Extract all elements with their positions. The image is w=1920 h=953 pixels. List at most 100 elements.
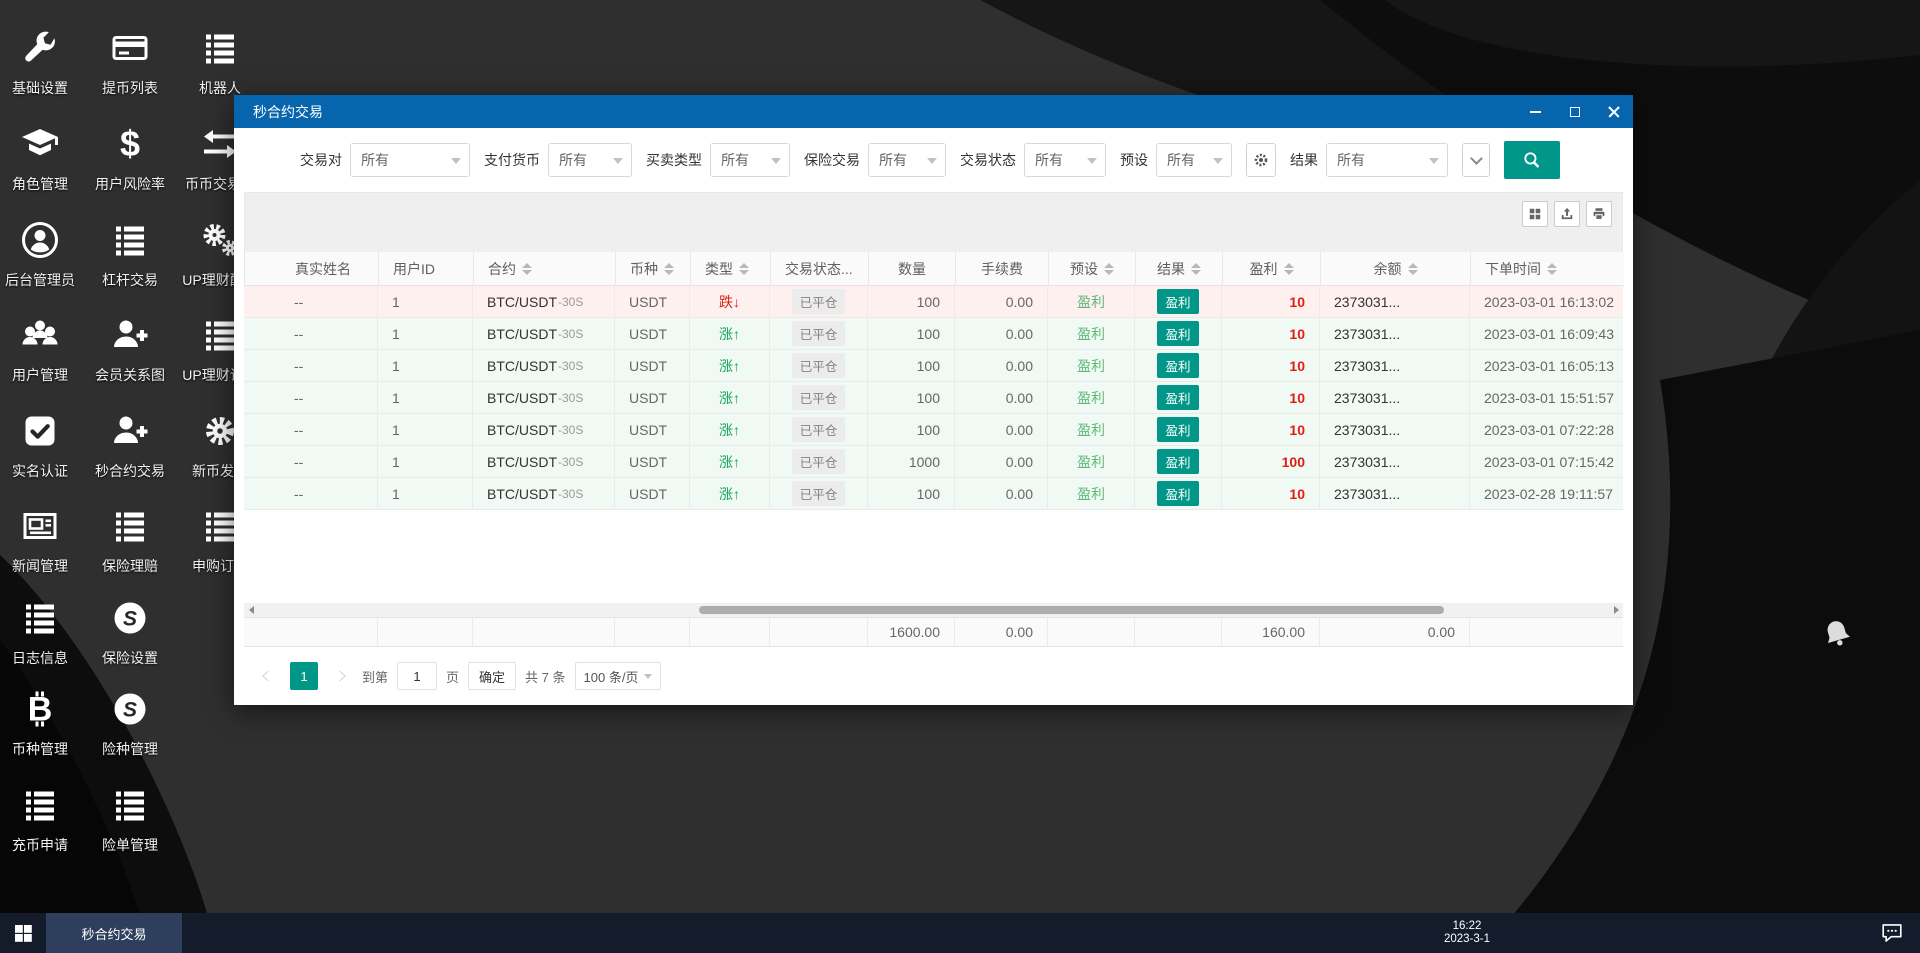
cell-balance: 2373031... <box>1320 382 1470 414</box>
desktop-icon[interactable]: 充币申请 <box>0 783 85 855</box>
list-icon <box>18 783 62 827</box>
cell-result: 盈利 <box>1135 478 1222 510</box>
grid-icon <box>1528 207 1542 221</box>
result-badge: 盈利 <box>1157 481 1198 506</box>
filter-label: 支付货币 <box>484 150 540 170</box>
desktop-icon[interactable]: 日志信息 <box>0 596 85 668</box>
desktop-icon[interactable]: 角色管理 <box>0 122 85 194</box>
summary-cell: 160.00 <box>1222 617 1320 647</box>
cell-status: 已平仓 <box>770 350 868 382</box>
caret-down-icon <box>1429 158 1439 164</box>
column-header[interactable]: 结果 <box>1136 252 1223 286</box>
filter-select[interactable]: 所有 <box>1326 143 1448 177</box>
desktop-icon[interactable]: 新闻管理 <box>0 504 85 576</box>
desktop-icon[interactable]: $ 用户风险率 <box>85 122 175 194</box>
goto-page-input[interactable] <box>397 662 437 690</box>
cell-real-name: -- <box>244 350 378 382</box>
table-row: --1BTC/USDT-30SUSDT涨↑已平仓1000.00盈利盈利10237… <box>244 478 1623 510</box>
maximize-button[interactable] <box>1555 95 1594 128</box>
sort-arrows-icon[interactable] <box>522 263 532 275</box>
filter-select[interactable]: 所有 <box>350 143 470 177</box>
column-header[interactable]: 合约 <box>474 252 616 286</box>
filter-select[interactable]: 所有 <box>548 143 632 177</box>
sort-arrows-icon[interactable] <box>664 263 674 275</box>
confirm-button[interactable]: 确定 <box>468 662 516 690</box>
collapse-filters-button[interactable] <box>1462 143 1490 177</box>
summary-cell: 0.00 <box>955 617 1048 647</box>
filter-select[interactable]: 所有 <box>710 143 790 177</box>
titlebar[interactable]: 秒合约交易 <box>234 95 1633 128</box>
desktop-icon[interactable]: 险单管理 <box>85 783 175 855</box>
sort-arrows-icon[interactable] <box>1408 263 1418 275</box>
filter-columns-button[interactable] <box>1522 201 1548 227</box>
current-page-button[interactable]: 1 <box>290 662 318 690</box>
horizontal-scrollbar[interactable] <box>244 603 1623 617</box>
taskbar-item-active[interactable]: 秒合约交易 <box>46 913 182 953</box>
column-header-label: 数量 <box>898 259 926 279</box>
desktop-icon[interactable]: B 币种管理 <box>0 687 85 759</box>
column-header-label: 手续费 <box>981 259 1023 279</box>
sort-arrows-icon[interactable] <box>739 263 749 275</box>
minimize-button[interactable] <box>1516 95 1555 128</box>
clock-time: 16:22 <box>1444 920 1490 933</box>
scroll-right-arrow[interactable] <box>1609 603 1623 617</box>
desktop-icon-label: 用户管理 <box>12 365 68 385</box>
summary-cell <box>473 617 615 647</box>
filter-select[interactable]: 所有 <box>1024 143 1106 177</box>
sort-arrows-icon[interactable] <box>1547 263 1557 275</box>
desktop-icon[interactable]: 杠杆交易 <box>85 218 175 290</box>
cell-user-id: 1 <box>378 286 473 318</box>
export-button[interactable] <box>1554 201 1580 227</box>
desktop-icon[interactable]: 秒合约交易 <box>85 409 175 481</box>
clock-date: 2023-3-1 <box>1444 933 1490 946</box>
cell-result: 盈利 <box>1135 318 1222 350</box>
desktop-icon[interactable]: 机器人 <box>175 26 265 98</box>
desktop-icon[interactable]: 基础设置 <box>0 26 85 98</box>
filter-select[interactable]: 所有 <box>868 143 946 177</box>
column-header[interactable]: 预设 <box>1049 252 1136 286</box>
sort-arrows-icon[interactable] <box>1191 263 1201 275</box>
cell-fee: 0.00 <box>955 382 1048 414</box>
desktop-icon[interactable]: 用户管理 <box>0 313 85 385</box>
search-button[interactable] <box>1504 141 1560 179</box>
next-page-button[interactable] <box>327 662 353 690</box>
table-empty-area <box>244 510 1623 603</box>
sort-arrows-icon[interactable] <box>1284 263 1294 275</box>
column-header[interactable]: 币种 <box>616 252 691 286</box>
column-header[interactable]: 下单时间 <box>1471 252 1624 286</box>
desktop-icon[interactable]: S 险种管理 <box>85 687 175 759</box>
users-icon <box>18 313 62 357</box>
start-button[interactable] <box>0 913 46 953</box>
summary-cell <box>770 617 868 647</box>
column-header[interactable]: 余额 <box>1321 252 1471 286</box>
print-button[interactable] <box>1586 201 1612 227</box>
chevron-down-icon <box>1470 152 1483 165</box>
filter-select[interactable]: 所有 <box>1156 143 1232 177</box>
cell-balance: 2373031... <box>1320 350 1470 382</box>
preset-settings-button[interactable] <box>1246 143 1276 177</box>
sort-arrows-icon[interactable] <box>1104 263 1114 275</box>
desktop-icon[interactable]: S 保险设置 <box>85 596 175 668</box>
chat-bubble-icon[interactable] <box>1880 922 1904 944</box>
scroll-left-arrow[interactable] <box>244 603 258 617</box>
scrollbar-thumb[interactable] <box>699 606 1444 614</box>
column-header[interactable]: 盈利 <box>1223 252 1321 286</box>
desktop-icon[interactable]: 会员关系图 <box>85 313 175 385</box>
column-header[interactable]: 类型 <box>691 252 771 286</box>
total-count-label: 共 7 条 <box>525 667 565 686</box>
desktop-icon[interactable]: 实名认证 <box>0 409 85 481</box>
desktop-icon[interactable]: 提币列表 <box>85 26 175 98</box>
desktop-icon[interactable]: 后台管理员 <box>0 218 85 290</box>
cell-user-id: 1 <box>378 446 473 478</box>
close-button[interactable] <box>1594 95 1633 128</box>
filter-label: 交易状态 <box>960 150 1016 170</box>
desktop-icon-label: 提币列表 <box>102 78 158 98</box>
page-size-select[interactable]: 100 条/页 <box>575 662 662 690</box>
user-plus-icon <box>108 409 152 453</box>
filter-group: 结果 所有 <box>1290 143 1448 177</box>
prev-page-button[interactable] <box>255 662 281 690</box>
cell-result: 盈利 <box>1135 446 1222 478</box>
desktop-icon[interactable]: 保险理赔 <box>85 504 175 576</box>
taskbar-clock[interactable]: 16:22 2023-3-1 <box>1444 920 1490 946</box>
table-body: --1BTC/USDT-30SUSDT跌↓已平仓1000.00盈利盈利10237… <box>244 286 1623 510</box>
